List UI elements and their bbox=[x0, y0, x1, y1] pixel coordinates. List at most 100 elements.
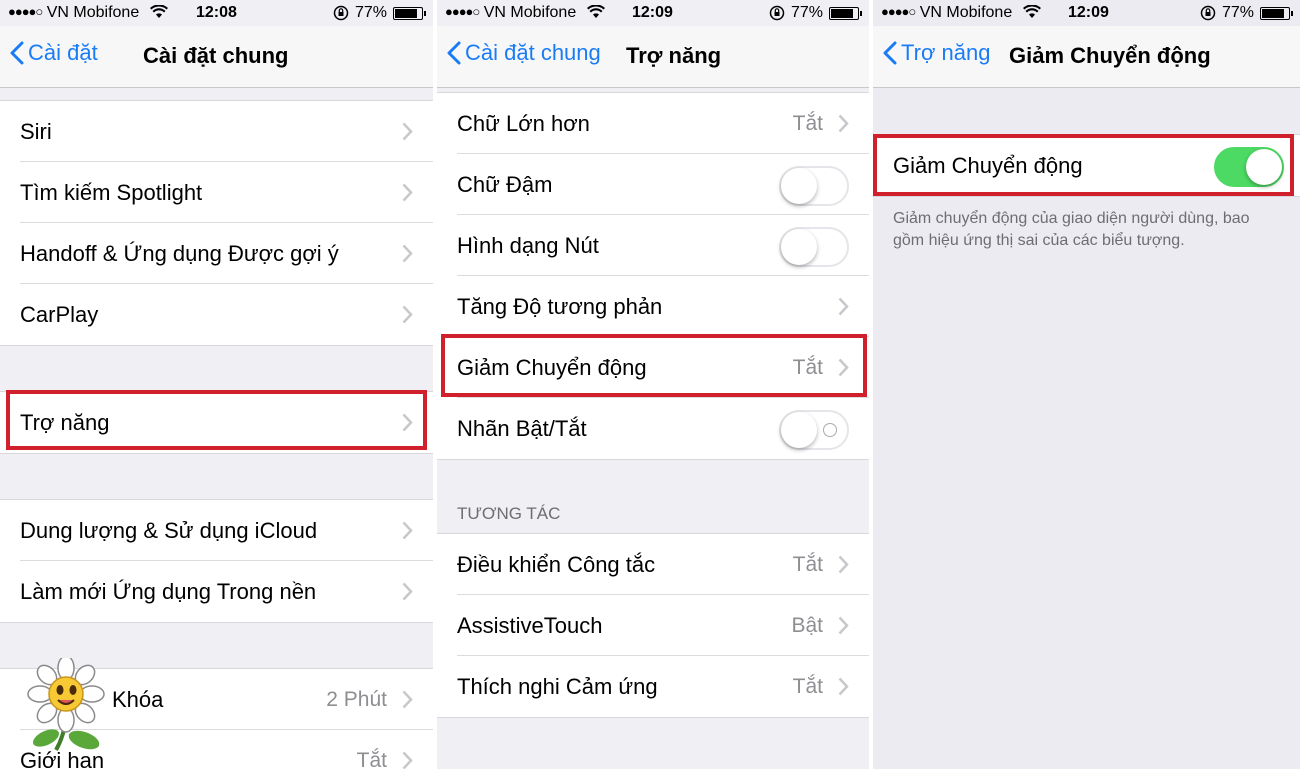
wifi-icon bbox=[149, 5, 168, 18]
settings-group: Chữ Lớn hơn Tắt Chữ Đậm Hình dạng Nút Tăn… bbox=[437, 92, 869, 460]
rotation-lock-icon bbox=[333, 5, 349, 21]
chevron-right-icon bbox=[402, 305, 413, 324]
status-time: 12:09 bbox=[1068, 4, 1109, 21]
toggle-knob bbox=[781, 229, 817, 265]
list-item-on-off-labels: Nhãn Bật/Tắt bbox=[437, 398, 869, 459]
list-item-button-shapes: Hình dạng Nút bbox=[437, 215, 869, 276]
back-button[interactable]: Cài đặt bbox=[10, 40, 98, 66]
section-header: TƯƠNG TÁC bbox=[457, 504, 561, 523]
chevron-left-icon bbox=[447, 41, 461, 65]
settings-group: Dung lượng & Sử dụng iCloud Làm mới Ứng … bbox=[0, 499, 433, 623]
item-label: Làm mới Ứng dụng Trong nền bbox=[20, 578, 317, 604]
carrier-name: VN Mobifone bbox=[483, 4, 577, 21]
status-bar: ●●●●○ VN Mobifone 12:09 77% bbox=[873, 0, 1300, 26]
status-time: 12:09 bbox=[632, 4, 673, 21]
flower-sticker-icon bbox=[27, 658, 105, 751]
list-item-assistivetouch[interactable]: AssistiveTouch Bật bbox=[437, 595, 869, 656]
battery-percent: 77% bbox=[790, 4, 823, 21]
accessibility-screen: ●●●●○ VN Mobifone 12:09 77% Cài đặt chun… bbox=[437, 0, 869, 769]
chevron-right-icon bbox=[402, 521, 413, 540]
battery-percent: 77% bbox=[1221, 4, 1254, 21]
chevron-right-icon bbox=[402, 582, 413, 601]
signal-strength: ●●●●○ bbox=[8, 4, 43, 19]
list-item-icloud[interactable]: Dung lượng & Sử dụng iCloud bbox=[0, 500, 433, 561]
battery-icon bbox=[393, 6, 426, 20]
chevron-left-icon bbox=[883, 41, 897, 65]
chevron-right-icon bbox=[402, 751, 413, 769]
toggle-knob bbox=[781, 412, 817, 448]
item-label: Tăng Độ tương phản bbox=[457, 293, 663, 319]
item-value: 2 Phút bbox=[326, 687, 387, 711]
back-label: Cài đặt bbox=[28, 40, 98, 65]
button-shapes-toggle[interactable] bbox=[779, 227, 849, 267]
list-item-switch-control[interactable]: Điều khiển Công tắc Tắt bbox=[437, 534, 869, 595]
item-label: Thích nghi Cảm ứng bbox=[457, 673, 658, 699]
list-item-carplay[interactable]: CarPlay bbox=[0, 284, 433, 345]
list-item-spotlight[interactable]: Tìm kiếm Spotlight bbox=[0, 162, 433, 223]
off-label-ring bbox=[823, 423, 837, 437]
chevron-left-icon bbox=[10, 41, 24, 65]
item-value: Tắt bbox=[356, 748, 387, 769]
list-item-increase-contrast[interactable]: Tăng Độ tương phản bbox=[437, 276, 869, 337]
item-label: Điều khiển Công tắc bbox=[457, 551, 656, 577]
list-item-bold-text: Chữ Đậm bbox=[437, 154, 869, 215]
wifi-icon bbox=[586, 5, 605, 18]
list-item-background-refresh[interactable]: Làm mới Ứng dụng Trong nền bbox=[0, 561, 433, 622]
item-label: Siri bbox=[20, 118, 52, 144]
item-label: Tìm kiếm Spotlight bbox=[20, 179, 203, 205]
signal-strength: ●●●●○ bbox=[881, 4, 916, 19]
battery-icon bbox=[829, 6, 862, 20]
bold-text-toggle[interactable] bbox=[779, 166, 849, 206]
highlight-box bbox=[441, 334, 867, 397]
list-item-siri[interactable]: Siri bbox=[0, 101, 433, 162]
back-label: Cài đặt chung bbox=[465, 40, 601, 65]
back-button[interactable]: Trợ năng bbox=[883, 40, 990, 66]
back-label: Trợ năng bbox=[901, 40, 991, 65]
list-item-larger-text[interactable]: Chữ Lớn hơn Tắt bbox=[437, 93, 869, 154]
battery-icon bbox=[1260, 6, 1293, 20]
chevron-right-icon bbox=[402, 122, 413, 141]
item-label: Hình dạng Nút bbox=[457, 232, 599, 258]
navigation-bar: Cài đặt Cài đặt chung bbox=[0, 26, 433, 88]
rotation-lock-icon bbox=[1200, 5, 1216, 21]
page-title: Giảm Chuyển động bbox=[1009, 43, 1211, 68]
page-title: Cài đặt chung bbox=[143, 43, 289, 68]
toggle-knob bbox=[781, 168, 817, 204]
settings-group: Siri Tìm kiếm Spotlight Handoff & Ứng dụ… bbox=[0, 100, 433, 346]
list-item-touch-accommodations[interactable]: Thích nghi Cảm ứng Tắt bbox=[437, 656, 869, 717]
chevron-right-icon bbox=[402, 690, 413, 709]
carrier-name: VN Mobifone bbox=[919, 4, 1013, 21]
status-bar: ●●●●○ VN Mobifone 12:08 77% bbox=[0, 0, 433, 26]
status-time: 12:08 bbox=[196, 4, 237, 21]
page-title: Trợ năng bbox=[626, 43, 722, 68]
chevron-right-icon bbox=[838, 616, 849, 635]
back-button[interactable]: Cài đặt chung bbox=[447, 40, 601, 66]
chevron-right-icon bbox=[402, 183, 413, 202]
settings-group: Điều khiển Công tắc Tắt AssistiveTouch Bật… bbox=[437, 533, 869, 718]
chevron-right-icon bbox=[838, 555, 849, 574]
chevron-right-icon bbox=[838, 114, 849, 133]
item-value: Tắt bbox=[792, 552, 823, 576]
item-value: Tắt bbox=[792, 111, 823, 135]
item-label: Nhãn Bật/Tắt bbox=[457, 415, 587, 441]
settings-general-screen: ●●●●○ VN Mobifone 12:08 77% Cài đặt Cài … bbox=[0, 0, 433, 769]
item-label: CarPlay bbox=[20, 301, 99, 327]
item-value: Tắt bbox=[792, 674, 823, 698]
item-label: Khóa bbox=[112, 686, 164, 712]
highlight-box bbox=[6, 390, 427, 450]
on-off-labels-toggle[interactable] bbox=[779, 410, 849, 450]
list-item-handoff[interactable]: Handoff & Ứng dụng Được gợi ý bbox=[0, 223, 433, 284]
chevron-right-icon bbox=[838, 297, 849, 316]
status-bar: ●●●●○ VN Mobifone 12:09 77% bbox=[437, 0, 869, 26]
carrier-name: VN Mobifone bbox=[46, 4, 140, 21]
navigation-bar: Trợ năng Giảm Chuyển động bbox=[873, 26, 1300, 88]
reduce-motion-screen: ●●●●○ VN Mobifone 12:09 77% Trợ năng Giả… bbox=[873, 0, 1300, 769]
rotation-lock-icon bbox=[769, 5, 785, 21]
footer-description: Giảm chuyển động của giao diện người dùn… bbox=[893, 210, 1250, 249]
battery-percent: 77% bbox=[354, 4, 387, 21]
item-label: Chữ Đậm bbox=[457, 171, 553, 197]
wifi-icon bbox=[1022, 5, 1041, 18]
highlight-box bbox=[873, 134, 1294, 196]
item-label: Handoff & Ứng dụng Được gợi ý bbox=[20, 240, 339, 266]
signal-strength: ●●●●○ bbox=[445, 4, 480, 19]
